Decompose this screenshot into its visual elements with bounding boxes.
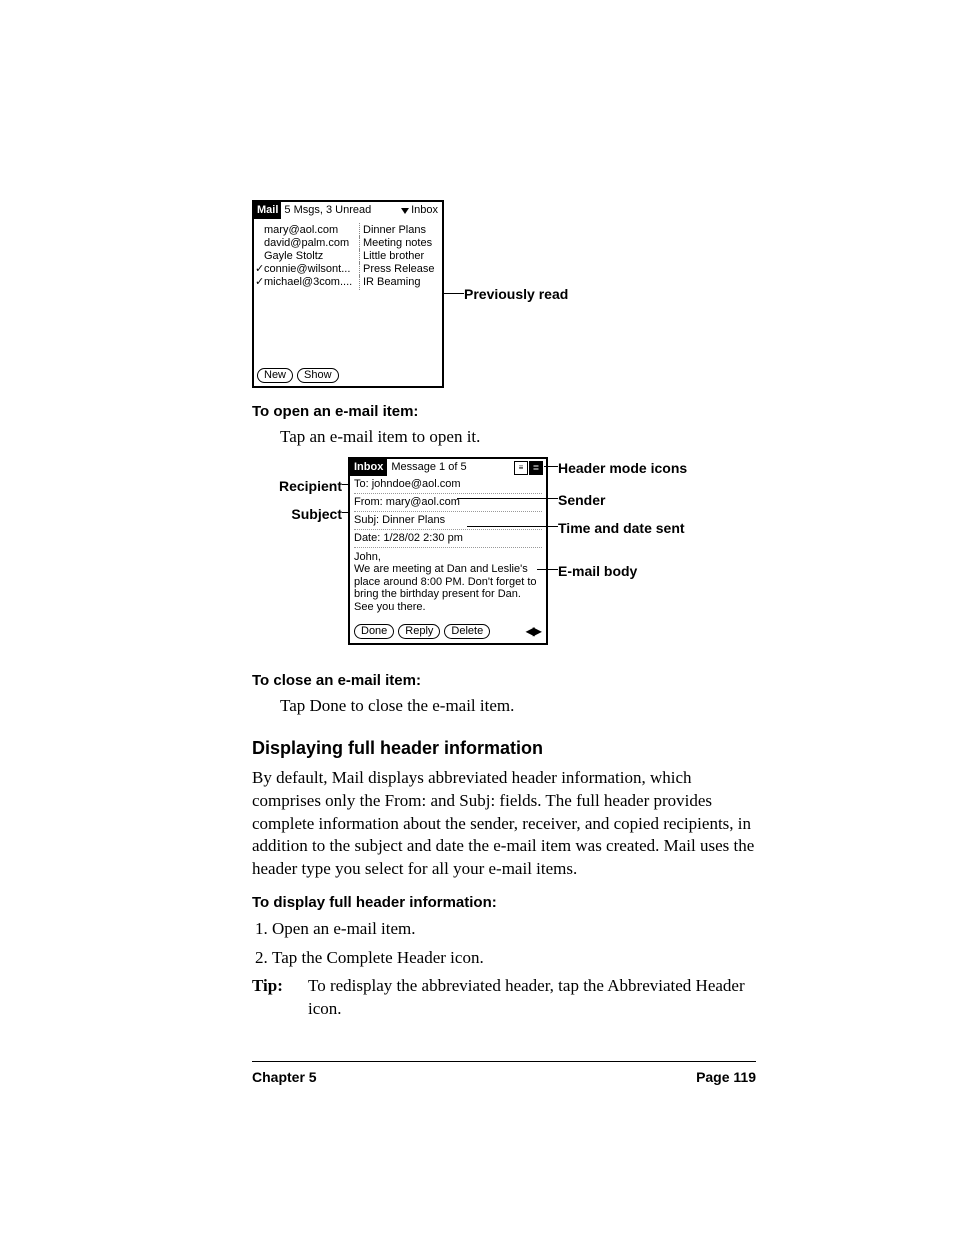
prev-next-arrows[interactable]: ◀▶ (526, 623, 540, 639)
reply-button[interactable]: Reply (398, 624, 440, 639)
para-full-header: By default, Mail displays abbreviated he… (252, 767, 756, 882)
page-footer: Chapter 5 Page 119 (252, 1061, 756, 1087)
para-close-email: Tap Done to close the e-mail item. (280, 695, 756, 718)
steps-list: Open an e-mail item. Tap the Complete He… (272, 918, 756, 970)
palm-inbox-screen: Mail 5 Msgs, 3 Unread Inbox mary@aol.com… (252, 200, 444, 388)
message-body: John, We are meeting at Dan and Leslie's… (350, 548, 546, 614)
read-check-icon: ✓ (255, 264, 264, 275)
leader-line (537, 569, 558, 570)
folder-name: Inbox (411, 203, 438, 218)
leader-line (457, 498, 558, 499)
step-item: Open an e-mail item. (272, 918, 756, 941)
subject-cell: IR Beaming (360, 275, 420, 290)
tip-label: Tip: (252, 975, 308, 1021)
header-to: To: johndoe@aol.com (354, 476, 542, 494)
callout-datetime: Time and date sent (558, 519, 685, 538)
inbox-status: 5 Msgs, 3 Unread (284, 203, 401, 218)
leader-line (467, 526, 558, 527)
list-item[interactable]: mary@aol.com Dinner Plans (254, 224, 442, 237)
folder-picker[interactable]: Inbox (401, 203, 442, 218)
para-open-email: Tap an e-mail item to open it. (280, 426, 756, 449)
leader-line (444, 293, 464, 294)
read-check-icon: ✓ (255, 277, 264, 288)
callout-header-icons: Header mode icons (558, 459, 687, 478)
heading-display-full: To display full header information: (252, 893, 756, 913)
callout-body: E-mail body (558, 562, 637, 581)
done-button[interactable]: Done (354, 624, 394, 639)
new-button[interactable]: New (257, 368, 293, 383)
show-button[interactable]: Show (297, 368, 339, 383)
chevron-down-icon (401, 208, 409, 214)
app-title: Inbox (350, 459, 387, 476)
header-from: From: mary@aol.com (354, 494, 542, 512)
inbox-list-figure: Mail 5 Msgs, 3 Unread Inbox mary@aol.com… (252, 200, 756, 388)
list-item[interactable]: david@palm.com Meeting notes (254, 237, 442, 250)
sender-cell: michael@3com.... (264, 275, 360, 290)
heading-open-email: To open an e-mail item: (252, 402, 756, 422)
callout-recipient: Recipient (262, 477, 342, 496)
message-list: mary@aol.com Dinner Plans david@palm.com… (254, 219, 442, 289)
step-item: Tap the Complete Header icon. (272, 947, 756, 970)
list-item[interactable]: Gayle Stoltz Little brother (254, 250, 442, 263)
palm-message-screen: Inbox Message 1 of 5 ≡ ≣ To: johndoe@aol… (348, 457, 548, 645)
heading-close-email: To close an e-mail item: (252, 671, 756, 691)
message-view-figure: Recipient Subject Inbox Message 1 of 5 ≡… (252, 457, 756, 657)
complete-header-icon[interactable]: ≣ (529, 461, 543, 475)
heading-full-header: Displaying full header information (252, 736, 756, 760)
header-mode-icons[interactable]: ≡ ≣ (514, 461, 546, 475)
tip-body: To redisplay the abbreviated header, tap… (308, 975, 756, 1021)
callout-previously-read: Previously read (464, 285, 568, 304)
header-date: Date: 1/28/02 2:30 pm (354, 530, 542, 548)
message-counter: Message 1 of 5 (391, 460, 514, 475)
list-item[interactable]: ✓ connie@wilsont... Press Release (254, 263, 442, 276)
list-item[interactable]: ✓ michael@3com.... IR Beaming (254, 276, 442, 289)
leader-line (544, 466, 558, 467)
callout-sender: Sender (558, 491, 605, 510)
footer-page: Page 119 (696, 1068, 756, 1087)
delete-button[interactable]: Delete (444, 624, 490, 639)
callout-subject: Subject (262, 505, 342, 524)
footer-chapter: Chapter 5 (252, 1068, 317, 1087)
app-title: Mail (254, 202, 281, 219)
abbreviated-header-icon[interactable]: ≡ (514, 461, 528, 475)
